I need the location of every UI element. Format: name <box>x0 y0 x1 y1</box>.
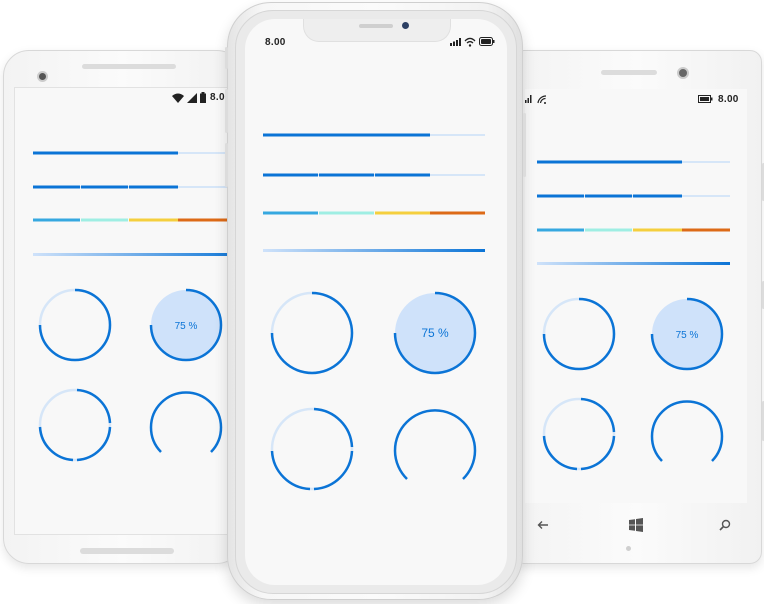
iphone-side-button-1 <box>225 47 228 69</box>
circular-arc-progress <box>650 400 724 462</box>
circular-filled-progress: 75 % <box>149 288 223 362</box>
circular-arc-progress <box>393 409 477 480</box>
circular-filled-progress: 75 % <box>393 291 477 375</box>
circular-segmented-progress <box>38 388 112 462</box>
windows-start-icon[interactable] <box>629 518 643 532</box>
iphone-screen: 8.00 75 % <box>245 19 507 585</box>
windows-screen: 8.00 75 % <box>525 89 747 503</box>
android-circular-group: 75 % <box>38 288 223 462</box>
iphone-power-button <box>523 113 526 177</box>
iphone-side-button-2 <box>225 89 228 133</box>
circular-filled-progress: 75 % <box>650 297 724 371</box>
search-icon[interactable] <box>719 519 731 531</box>
circular-determinate-progress <box>270 291 354 375</box>
iphone-circular-group: 75 % <box>270 291 477 491</box>
android-speaker <box>82 64 176 69</box>
android-bottom-bar <box>80 548 174 554</box>
circular-arc-progress <box>149 391 223 453</box>
circular-segmented-progress <box>270 407 354 491</box>
android-device: 8.00 75 % <box>3 50 245 564</box>
windows-camera <box>677 67 689 79</box>
windows-nav-bar <box>525 511 747 541</box>
android-camera <box>37 71 48 82</box>
ring-value-label: 75 % <box>421 326 449 340</box>
iphone-side-button-3 <box>225 143 228 187</box>
windows-circular-group: 75 % <box>542 297 724 471</box>
circular-segmented-progress <box>542 397 616 471</box>
back-icon[interactable] <box>537 519 549 531</box>
windows-home-dot <box>626 546 631 551</box>
ring-value-label: 75 % <box>175 321 198 332</box>
iphone-device: 8.00 75 % <box>225 2 526 600</box>
circular-determinate-progress <box>38 288 112 362</box>
circular-determinate-progress <box>542 297 616 371</box>
windows-device: 8.00 75 % <box>512 50 764 564</box>
android-screen: 8.00 75 % <box>14 87 245 535</box>
windows-speaker <box>601 70 657 75</box>
ring-value-label: 75 % <box>676 330 699 341</box>
